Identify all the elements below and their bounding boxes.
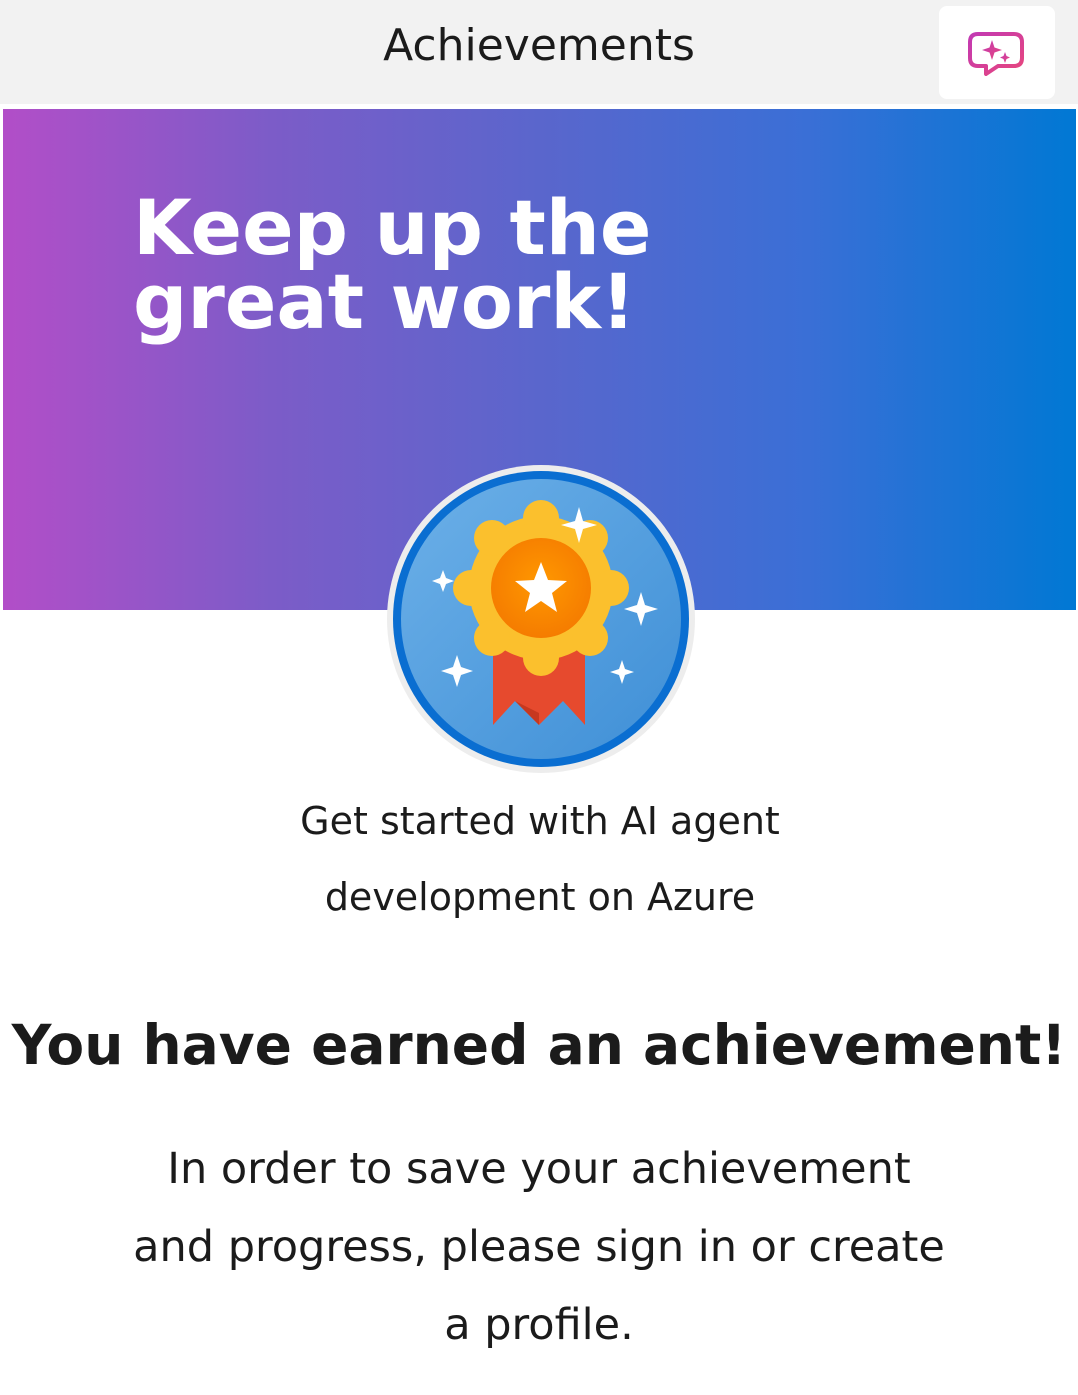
hero-heading: Keep up the great work! xyxy=(133,183,652,346)
award-ribbon-icon xyxy=(387,465,695,773)
course-title: Get started with AI agent development on… xyxy=(300,799,780,919)
ai-chat-sparkle-icon xyxy=(968,31,1024,76)
achievement-heading: You have earned an achievement! xyxy=(11,1013,1067,1077)
page-title: Achievements xyxy=(383,20,695,71)
achievement-badge xyxy=(385,463,697,775)
ai-chat-button[interactable] xyxy=(939,6,1055,99)
top-bar: Achievements xyxy=(0,0,1078,104)
sign-in-message: In order to save your achievement and pr… xyxy=(133,1144,945,1350)
